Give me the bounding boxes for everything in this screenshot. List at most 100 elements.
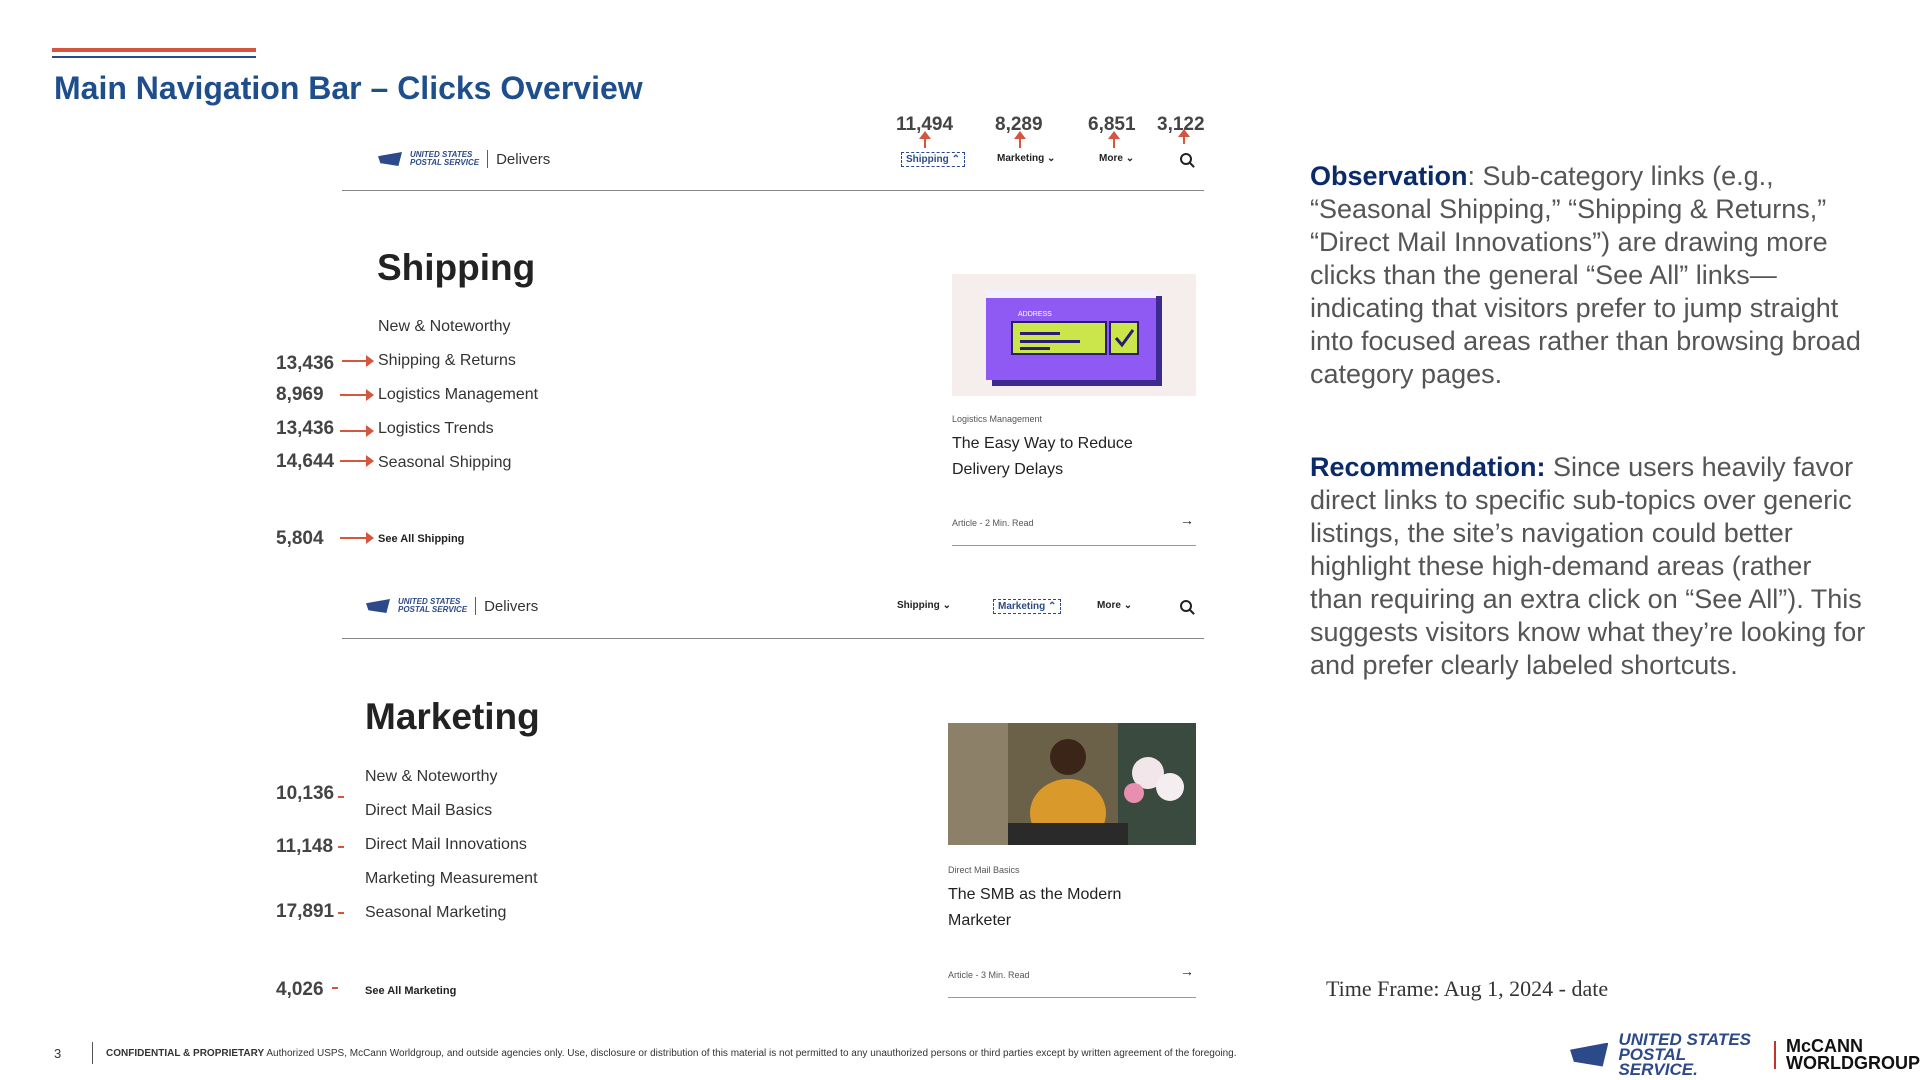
shipping-link-trends[interactable]: Logistics Trends [378,420,494,438]
chevron-down-icon: ⌄ [1047,153,1056,164]
chevron-down-icon: ⌄ [1125,153,1135,164]
arrow-right-icon[interactable]: → [1180,963,1194,979]
nav-more-label: More [1097,600,1121,611]
nav-more-label: More [1099,153,1123,164]
logo-line2: POSTAL SERVICE [398,605,468,614]
image-label: ADDRESS [1018,311,1052,318]
logo-divider [475,597,477,615]
arrow-right-icon [340,425,374,437]
shipping-heading: Shipping [377,247,536,288]
footer-divider [92,1042,93,1064]
card-divider [948,997,1196,998]
marketing-link-innovations[interactable]: Direct Mail Innovations [365,836,527,854]
title-accent-red [52,48,256,52]
card-title-marketing[interactable]: The SMB as the Modern Marketer [948,882,1168,934]
see-all-marketing-link[interactable]: See All Marketing [365,985,456,997]
nav-shipping[interactable]: Shipping ⌄ [897,600,951,611]
search-icon[interactable] [1180,153,1192,165]
nav-marketing[interactable]: Marketing ⌄ [997,153,1055,164]
arrow-up-icon [919,131,931,148]
footer-disclaimer: CONFIDENTIAL & PROPRIETARY Authorized US… [106,1048,1237,1059]
usps-logo[interactable]: UNITED STATES POSTAL SERVICE Delivers [366,597,538,615]
header-divider [342,638,1204,639]
shipping-link-returns[interactable]: Shipping & Returns [378,352,516,370]
photo-woman-on-phone [948,723,1196,845]
clicks-logistics-trends: 13,436 [276,418,335,439]
clicks-see-all-marketing: 4,026 [276,979,324,1000]
nav-more[interactable]: More ⌄ [1097,600,1132,611]
slide-title: Main Navigation Bar – Clicks Overview [54,70,643,106]
chevron-up-icon: ⌃ [1048,601,1057,612]
arrow-right-icon [342,355,374,367]
nav-marketing-label: Marketing [998,601,1046,612]
marker-tick [338,912,344,914]
card-title-shipping[interactable]: The Easy Way to Reduce Delivery Delays [952,431,1172,483]
nav-shipping[interactable]: Shipping ⌃ [901,152,965,167]
page-number: 3 [54,1046,62,1061]
card-image-shipping[interactable]: ADDRESS [952,274,1196,396]
marketing-link-new[interactable]: New & Noteworthy [365,768,498,786]
clicks-seasonal-marketing: 17,891 [276,901,335,922]
recommendation-label: Recommendation: [1310,452,1546,482]
eagle-icon [378,152,402,166]
time-frame: Time Frame: Aug 1, 2024 - date [1326,976,1609,1001]
shipping-link-seasonal[interactable]: Seasonal Shipping [378,454,511,472]
nav-shipping-label: Shipping [897,600,940,611]
marketing-heading: Marketing [365,696,540,737]
logo-divider [487,150,489,168]
shipping-link-logistics[interactable]: Logistics Management [378,386,538,404]
card-divider [952,545,1196,546]
arrow-up-icon [1108,131,1120,148]
chevron-down-icon: ⌄ [1123,600,1133,611]
delivers-label: Delivers [484,597,539,615]
marker-tick [338,796,344,798]
observation-text: : Sub-category links (e.g., “Seasonal Sh… [1310,161,1861,389]
see-all-shipping-link[interactable]: See All Shipping [378,533,464,545]
logo-line2: POSTAL SERVICE [410,158,480,167]
marketing-link-basics[interactable]: Direct Mail Basics [365,802,492,820]
marketing-link-seasonal[interactable]: Seasonal Marketing [365,904,506,922]
arrow-right-icon [340,532,374,544]
marker-tick [332,987,338,989]
clicks-direct-mail-basics: 10,136 [276,783,335,804]
nav-marketing-label: Marketing [997,153,1045,164]
clicks-see-all-shipping: 5,804 [276,528,324,549]
usps-logo[interactable]: UNITED STATES POSTAL SERVICE Delivers [378,150,550,168]
shipping-link-new[interactable]: New & Noteworthy [378,318,511,336]
eagle-icon [366,599,390,613]
arrow-right-icon[interactable]: → [1180,512,1194,528]
nav-marketing[interactable]: Marketing ⌃ [993,599,1062,614]
mccann-logo-line1: McCANN [1786,1035,1864,1056]
nav-more[interactable]: More ⌄ [1099,153,1134,164]
card-category-shipping: Logistics Management [952,414,1043,424]
arrow-right-icon [340,455,374,467]
card-category-marketing: Direct Mail Basics [948,865,1020,875]
footer-logos: UNITED STATES POSTAL SERVICE. McCANN WOR… [1570,1031,1920,1078]
eagle-icon [1570,1042,1609,1067]
confidential-label: CONFIDENTIAL & PROPRIETARY [106,1048,265,1059]
card-meta-marketing: Article - 3 Min. Read [948,970,1030,980]
marketing-link-measurement[interactable]: Marketing Measurement [365,870,538,888]
marker-tick [338,846,344,848]
chevron-up-icon: ⌃ [951,154,960,165]
header-divider [342,190,1204,191]
clicks-logistics-management: 8,969 [276,384,324,405]
mccann-logo-line2: WORLDGROUP [1786,1052,1920,1073]
delivers-label: Delivers [496,150,551,168]
clicks-seasonal-shipping: 14,644 [276,451,335,472]
nav-shipping-label: Shipping [906,154,949,165]
clicks-direct-mail-innovations: 11,148 [276,836,334,857]
arrow-right-icon [340,389,374,401]
card-image-marketing[interactable] [948,723,1196,845]
logo-divider [1774,1040,1776,1069]
card-meta-shipping: Article - 2 Min. Read [952,518,1034,528]
address-illustration: ADDRESS [986,290,1162,386]
search-icon[interactable] [1180,600,1192,612]
recommendation-text: Since users heavily favor direct links t… [1310,452,1866,680]
clicks-shipping-returns: 13,436 [276,353,335,374]
arrow-up-icon [1014,131,1026,148]
observation-label: Observation [1310,161,1468,191]
chevron-down-icon: ⌄ [942,600,951,611]
disclaimer-text: Authorized USPS, McCann Worldgroup, and … [264,1048,1237,1059]
title-accent-blue [52,56,256,58]
